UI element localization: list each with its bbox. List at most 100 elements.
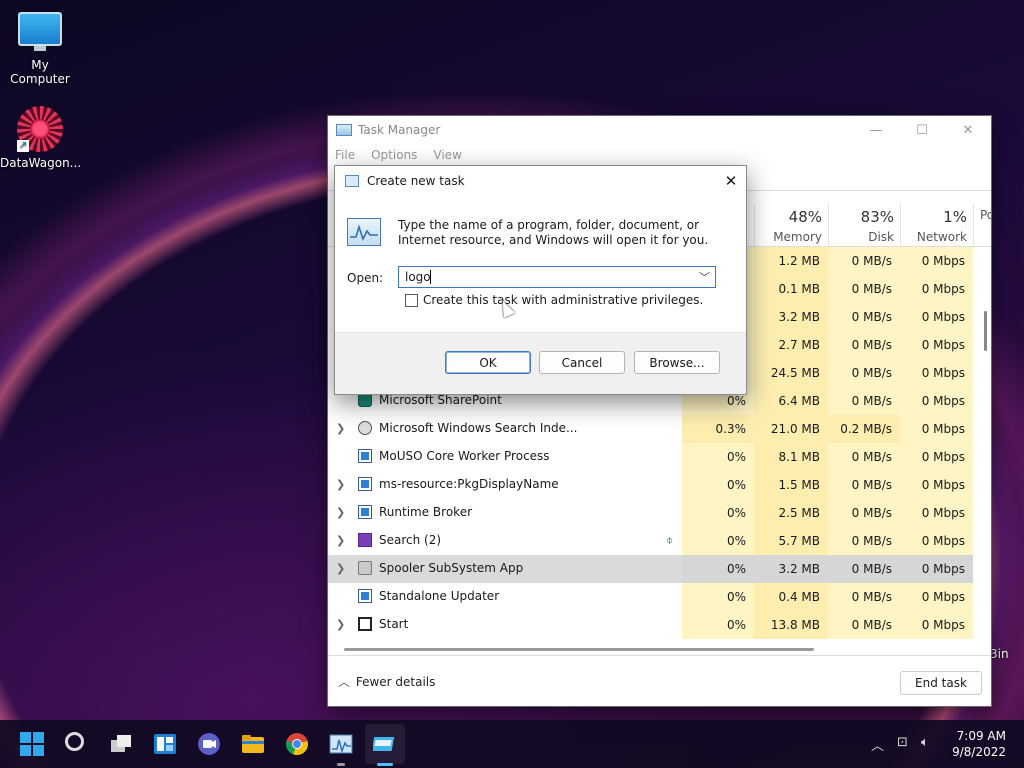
dialog-description: Type the name of a program, folder, docu… [398,218,709,247]
column-power[interactable]: Po [973,204,991,246]
table-row[interactable]: ❯ Microsoft Windows Search Inde... 0.3% … [328,415,973,443]
disk-cell: 0 MB/s [828,247,900,275]
cpu-cell: 0% [682,583,754,611]
printer-icon [358,561,372,575]
start-button[interactable] [20,732,44,756]
process-name: Microsoft SharePoint [379,393,502,407]
table-row[interactable]: ❯ Start 0% 13.8 MB 0 MB/s 0 Mbps [328,611,973,639]
expand-chevron-icon[interactable]: ❯ [336,562,346,575]
chevron-up-icon[interactable]: ︿ [871,735,884,754]
process-window-icon [358,477,372,491]
run-taskbar-button[interactable] [371,732,397,756]
table-row[interactable]: ❯ Spooler SubSystem App 0% 3.2 MB 0 MB/s… [328,555,973,583]
clock[interactable]: 7:09 AM 9/8/2022 [952,728,1006,760]
expand-chevron-icon[interactable]: ❯ [336,618,346,631]
network-cell: 0 Mbps [900,415,973,443]
network-cell: 0 Mbps [900,443,973,471]
menu-file[interactable]: File [335,148,355,162]
chrome-button[interactable] [285,732,309,756]
search-button[interactable] [65,732,89,756]
disk-percent: 83% [860,208,894,226]
minimize-icon[interactable]: — [853,123,899,138]
text-caret [430,270,431,284]
memory-cell: 21.0 MB [754,415,828,443]
expand-chevron-icon[interactable]: ❯ [336,534,346,547]
cancel-button[interactable]: Cancel [539,351,625,374]
network-cell: 0 Mbps [900,611,973,639]
horizontal-scrollbar[interactable] [344,648,814,651]
monitor-icon [18,12,62,51]
task-manager-titlebar[interactable]: Task Manager — ☐ ✕ [328,116,991,144]
vertical-scrollbar[interactable] [984,311,987,351]
table-row[interactable]: Standalone Updater 0% 0.4 MB 0 MB/s 0 Mb… [328,583,973,611]
recycle-bin-label[interactable]: 3in [990,647,1009,661]
memory-cell: 13.8 MB [754,611,828,639]
expand-chevron-icon[interactable]: ❯ [336,422,346,435]
task-manager-icon [329,734,353,754]
network-cell: 0 Mbps [900,499,973,527]
clock-time: 7:09 AM [956,729,1006,743]
expand-chevron-icon[interactable]: ❯ [336,478,346,491]
admin-privileges-label: Create this task with administrative pri… [423,293,704,307]
disk-cell: 0 MB/s [828,331,900,359]
widgets-button[interactable] [153,732,177,756]
menu-bar: File Options View [328,144,991,166]
task-view-icon [111,735,131,752]
power-label: Po [980,208,991,222]
admin-privileges-checkbox[interactable]: Create this task with administrative pri… [405,293,703,307]
network-cell: 0 Mbps [900,583,973,611]
table-row[interactable]: ❯ Search (2) ⌽ 0% 5.7 MB 0 MB/s 0 Mbps [328,527,973,555]
task-manager-icon [336,124,352,136]
browse-button[interactable]: Browse... [634,351,720,374]
chevron-down-icon[interactable]: ﹀ [699,269,710,285]
run-icon [347,218,381,246]
disk-cell: 0 MB/s [828,443,900,471]
file-explorer-button[interactable] [241,732,265,756]
desktop-icon-my-computer[interactable]: My Computer [0,12,80,86]
process-name: MoUSO Core Worker Process [379,449,550,463]
chrome-icon [286,733,308,756]
memory-percent: 48% [788,208,822,226]
column-memory[interactable]: 48% Memory [754,204,828,246]
column-network[interactable]: 1% Network [900,204,973,246]
open-input[interactable]: logo ﹀ [398,266,716,288]
cpu-cell: 0% [682,499,754,527]
shortcut-arrow-icon: ↗ [17,140,29,152]
desktop-icon-datawagon[interactable]: ↗ DataWagon... [0,106,81,170]
memory-cell: 3.2 MB [754,555,828,583]
menu-view[interactable]: View [433,148,461,162]
memory-cell: 3.2 MB [754,303,828,331]
memory-cell: 24.5 MB [754,359,828,387]
column-disk[interactable]: 83% Disk [828,204,900,246]
sharepoint-icon [358,393,372,407]
dialog-titlebar[interactable]: Create new task ✕ [335,166,746,196]
active-indicator [377,763,393,766]
table-row[interactable]: ❯ Runtime Broker 0% 2.5 MB 0 MB/s 0 Mbps [328,499,973,527]
memory-cell: 1.2 MB [754,247,828,275]
end-task-button[interactable]: End task [900,671,982,695]
fewer-details-button[interactable]: ︿ Fewer details [338,673,435,690]
close-icon[interactable]: ✕ [945,123,991,138]
process-name: Standalone Updater [379,589,500,603]
volume-icon[interactable]: 🔈︎ [921,735,929,750]
close-icon[interactable]: ✕ [716,172,746,190]
expand-chevron-icon[interactable]: ❯ [336,506,346,519]
disk-cell: 0 MB/s [828,555,900,583]
network-cell: 0 Mbps [900,359,973,387]
teams-chat-button[interactable] [197,732,221,756]
start-icon [358,617,372,631]
table-row[interactable]: ❯ ms-resource:PkgDisplayName 0% 1.5 MB 0… [328,471,973,499]
process-name: Start [379,617,409,631]
ok-button[interactable]: OK [445,351,531,374]
table-row[interactable]: MoUSO Core Worker Process 0% 8.1 MB 0 MB… [328,443,973,471]
network-cell: 0 Mbps [900,471,973,499]
task-view-button[interactable] [109,732,133,756]
network-icon[interactable]: ⊡ [897,735,908,750]
open-label: Open: [347,271,384,285]
maximize-icon[interactable]: ☐ [899,123,945,138]
disk-cell: 0 MB/s [828,527,900,555]
task-manager-taskbar-button[interactable] [329,732,353,756]
checkbox-icon[interactable] [405,293,418,307]
process-name: ms-resource:PkgDisplayName [379,477,559,491]
menu-options[interactable]: Options [371,148,417,162]
